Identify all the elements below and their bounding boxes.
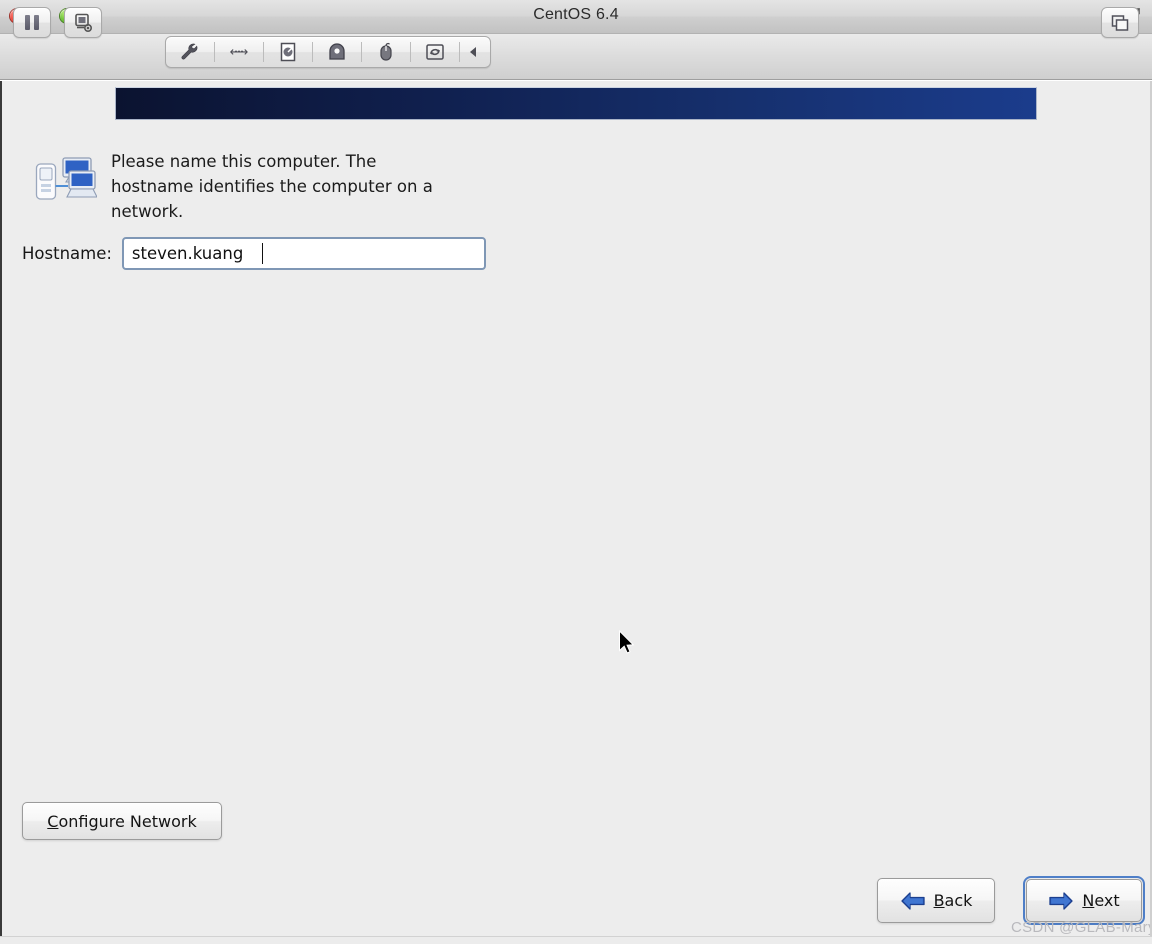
pause-icon — [25, 15, 39, 30]
configure-network-label: Configure Network — [47, 812, 196, 831]
cdrom-button[interactable] — [313, 36, 361, 68]
pause-button[interactable] — [13, 7, 51, 38]
settings-button[interactable] — [166, 36, 214, 68]
snapshot-button[interactable] — [64, 7, 102, 38]
window-bottom-edge — [0, 936, 1152, 944]
snapshot-camera-icon — [75, 13, 93, 32]
shared-folders-button[interactable] — [411, 36, 459, 68]
window-titlebar: CentOS 6.4 — [0, 0, 1152, 34]
back-mnemonic: B — [933, 891, 945, 910]
mouse-icon — [380, 42, 392, 61]
hostname-prompt: Please name this computer. The hostname … — [35, 149, 505, 224]
hostname-input[interactable] — [121, 237, 486, 270]
network-arrows-icon: ⟷ — [230, 45, 249, 60]
configure-network-rest: onfigure Network — [58, 811, 197, 831]
network-button[interactable]: ⟷ — [215, 36, 263, 68]
sync-refresh-icon — [426, 44, 444, 60]
configure-network-mnemonic: C — [47, 811, 59, 831]
mouse-button[interactable] — [362, 36, 410, 68]
harddisk-button[interactable] — [264, 36, 312, 68]
chevron-left-icon — [470, 47, 476, 57]
back-button[interactable]: Back — [877, 878, 995, 923]
arrow-left-icon — [900, 891, 925, 910]
configure-network-button[interactable]: Configure Network — [22, 802, 222, 840]
hostname-row: Hostname: — [22, 237, 486, 270]
installer-banner — [115, 87, 1037, 120]
text-caret — [261, 243, 263, 264]
cd-drive-icon — [329, 43, 345, 60]
unity-windows-button[interactable] — [1101, 7, 1139, 38]
back-label: Back — [934, 891, 973, 910]
arrow-right-icon — [1049, 891, 1074, 910]
mouse-pointer-arrow — [619, 630, 635, 654]
hostname-prompt-text: Please name this computer. The hostname … — [111, 152, 433, 221]
wrench-icon — [181, 43, 198, 60]
network-computers-icon — [35, 157, 97, 200]
next-label: Next — [1082, 891, 1119, 910]
collapse-toolbar-button[interactable] — [460, 36, 486, 68]
hostname-label: Hostname: — [22, 244, 112, 263]
windows-layers-icon — [1111, 14, 1129, 31]
next-rest: ext — [1094, 891, 1120, 910]
window-title: CentOS 6.4 — [533, 6, 619, 23]
next-button[interactable]: Next — [1026, 879, 1142, 922]
vm-device-toolbar-group: ⟷ — [165, 36, 491, 68]
back-rest: ack — [944, 891, 973, 910]
next-mnemonic: N — [1082, 891, 1095, 910]
vm-window: CentOS 6.4 Please name this computer. Th… — [0, 0, 1152, 944]
vm-screen-centos-installer: Please name this computer. The hostname … — [0, 81, 1152, 936]
hard-disk-icon — [280, 42, 296, 62]
